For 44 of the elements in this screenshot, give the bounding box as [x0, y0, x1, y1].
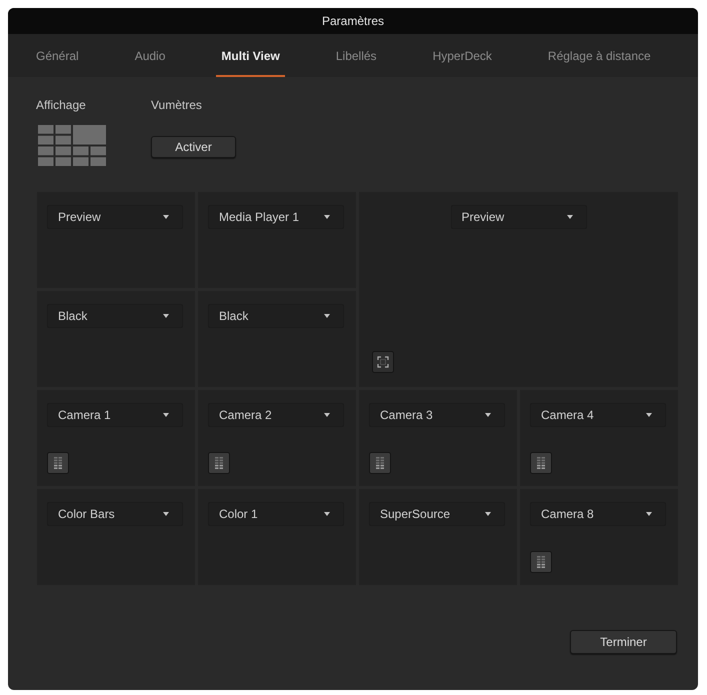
enable-button[interactable]: Activer	[151, 136, 236, 158]
tab[interactable]: Général	[31, 34, 84, 77]
tab[interactable]: Réglage à distance	[542, 34, 656, 77]
source-dropdown[interactable]: SuperSource	[369, 502, 505, 526]
done-button[interactable]: Terminer	[570, 630, 677, 654]
source-dropdown[interactable]: Camera 8	[530, 502, 666, 526]
audio-meter-icon[interactable]	[47, 452, 69, 474]
caret-icon	[646, 512, 652, 516]
source-dropdown[interactable]: Color 1	[208, 502, 344, 526]
tab[interactable]: Multi View	[216, 34, 285, 77]
source-dropdown[interactable]: Preview	[450, 205, 586, 229]
source-dropdown[interactable]: Preview	[47, 205, 183, 229]
caret-icon	[324, 413, 330, 417]
caret-icon	[163, 413, 169, 417]
audio-meter-icon[interactable]	[369, 452, 391, 474]
caret-icon	[163, 512, 169, 516]
caret-icon	[485, 413, 491, 417]
tab[interactable]: Libellés	[330, 34, 382, 77]
section-label: Vumètres	[151, 98, 202, 112]
source-dropdown[interactable]: Black	[208, 304, 344, 328]
caret-icon	[324, 215, 330, 219]
caret-icon	[163, 314, 169, 318]
caret-icon	[324, 314, 330, 318]
audio-meter-icon[interactable]	[530, 452, 552, 474]
tab[interactable]: Audio	[130, 34, 170, 77]
layout-icon[interactable]	[38, 125, 106, 166]
source-dropdown[interactable]: Media Player 1	[208, 205, 344, 229]
audio-meter-icon[interactable]	[208, 452, 230, 474]
window-title: Paramètres	[322, 14, 384, 28]
source-dropdown[interactable]: Camera 1	[47, 403, 183, 427]
caret-icon	[646, 413, 652, 417]
source-dropdown[interactable]: Camera 4	[530, 403, 666, 427]
source-dropdown[interactable]: Color Bars	[47, 502, 183, 526]
source-dropdown[interactable]: Black	[47, 304, 183, 328]
caret-icon	[485, 512, 491, 516]
caret-icon	[324, 512, 330, 516]
caret-icon	[566, 215, 572, 219]
tab[interactable]: HyperDeck	[428, 34, 497, 77]
source-dropdown[interactable]: Camera 3	[369, 403, 505, 427]
section-label: Affichage	[36, 98, 86, 112]
frame-icon[interactable]	[372, 351, 394, 373]
source-dropdown[interactable]: Camera 2	[208, 403, 344, 427]
caret-icon	[163, 215, 169, 219]
audio-meter-icon[interactable]	[530, 551, 552, 573]
